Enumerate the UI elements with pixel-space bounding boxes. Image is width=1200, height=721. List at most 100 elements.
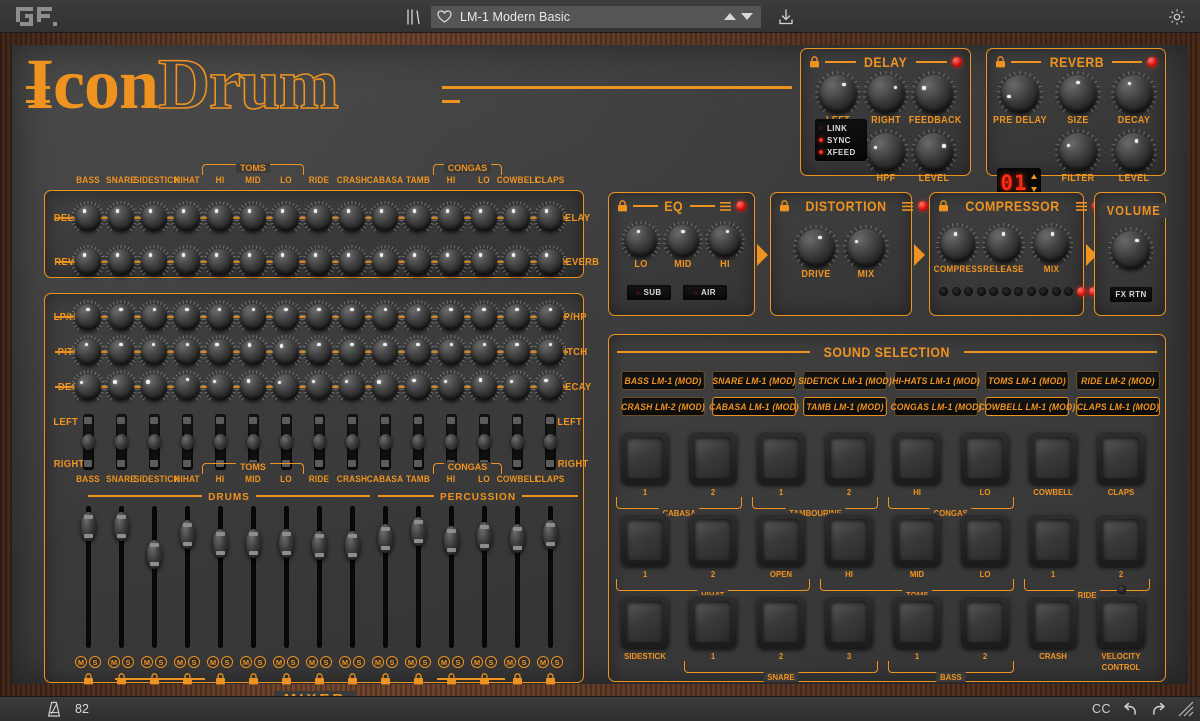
shape-knob-decay-6[interactable] — [273, 374, 299, 400]
pad-r0-c6[interactable] — [1029, 431, 1077, 484]
sends-knob-0-11[interactable] — [438, 205, 464, 231]
lock-icon[interactable] — [347, 673, 358, 685]
mixer-lock-9[interactable] — [380, 672, 391, 690]
shape-knob-pitch-5[interactable] — [240, 339, 266, 365]
pan-switch-8[interactable] — [347, 414, 358, 470]
shape-knob-decay-0[interactable] — [75, 374, 101, 400]
sound-select-button-5[interactable]: RIDE LM-2 (MOD) — [1076, 371, 1160, 390]
eq-power-led[interactable] — [736, 201, 746, 211]
sound-select-button-9[interactable]: CONGAS LM-1 (MOD) — [894, 397, 978, 416]
mixer-solo-button-0[interactable]: S — [89, 656, 101, 668]
delay-power-led[interactable] — [952, 57, 962, 67]
eq-sub-button[interactable]: SUB — [627, 285, 671, 300]
pad-r2-c2[interactable] — [757, 595, 805, 648]
lock-icon[interactable] — [512, 673, 523, 685]
compressor-knob-mix[interactable] — [1034, 227, 1069, 262]
shape-knob-pitch-9[interactable] — [372, 339, 398, 365]
pad-r2-c7[interactable] — [1097, 595, 1145, 648]
shape-knob-decay-5[interactable] — [240, 374, 266, 400]
eq-knob-hi[interactable] — [709, 225, 741, 257]
sends-knob-1-12[interactable] — [471, 249, 497, 275]
mixer-solo-button-1[interactable]: S — [122, 656, 134, 668]
preset-stepper[interactable] — [1030, 172, 1038, 194]
shape-knob-decay-4[interactable] — [207, 374, 233, 400]
shape-knob-decay-1[interactable] — [108, 374, 134, 400]
lock-icon[interactable] — [809, 56, 820, 68]
pan-handle-3[interactable] — [181, 434, 194, 450]
shape-knob-decay-7[interactable] — [306, 374, 332, 400]
pad-r2-c5[interactable] — [961, 595, 1009, 648]
pad-r2-c0[interactable] — [621, 595, 669, 648]
shape-knob-decay-9[interactable] — [372, 374, 398, 400]
shape-knob-decay-13[interactable] — [504, 374, 530, 400]
sends-knob-0-6[interactable] — [273, 205, 299, 231]
shape-knob-lp-hp-13[interactable] — [504, 304, 530, 330]
shape-knob-lp-hp-12[interactable] — [471, 304, 497, 330]
lock-icon[interactable] — [545, 673, 556, 685]
pad-r0-c0[interactable] — [621, 431, 669, 484]
lock-icon[interactable] — [215, 673, 226, 685]
sends-knob-0-12[interactable] — [471, 205, 497, 231]
mixer-mute-button-6[interactable]: M — [273, 656, 285, 668]
pan-handle-14[interactable] — [544, 434, 557, 450]
shape-knob-lp-hp-6[interactable] — [273, 304, 299, 330]
mixer-fader-track-7[interactable] — [317, 506, 322, 648]
mixer-lock-14[interactable] — [545, 672, 556, 690]
mixer-fader-handle-12[interactable] — [477, 522, 492, 551]
heart-icon[interactable] — [437, 10, 452, 23]
pan-handle-2[interactable] — [148, 434, 161, 450]
browse-icon[interactable] — [405, 8, 421, 26]
lock-icon[interactable] — [779, 200, 790, 212]
sends-knob-1-5[interactable] — [240, 249, 266, 275]
mixer-lock-8[interactable] — [347, 672, 358, 690]
mixer-lock-0[interactable] — [83, 672, 94, 690]
sends-knob-1-2[interactable] — [141, 249, 167, 275]
pad-r1-c2[interactable] — [757, 513, 805, 566]
mixer-lock-13[interactable] — [512, 672, 523, 690]
mixer-solo-button-11[interactable]: S — [452, 656, 464, 668]
mixer-mute-button-12[interactable]: M — [471, 656, 483, 668]
mixer-mute-button-8[interactable]: M — [339, 656, 351, 668]
mixer-solo-button-4[interactable]: S — [221, 656, 233, 668]
lock-icon[interactable] — [248, 673, 259, 685]
reverb-knob-pre-delay[interactable] — [1001, 75, 1039, 113]
mixer-fader-handle-6[interactable] — [279, 529, 294, 558]
mixer-lock-3[interactable] — [182, 672, 193, 690]
mixer-mute-button-1[interactable]: M — [108, 656, 120, 668]
mixer-solo-button-5[interactable]: S — [254, 656, 266, 668]
delay-knob-feedback[interactable] — [915, 75, 953, 113]
cc-button[interactable]: CC — [1092, 702, 1111, 716]
pan-handle-0[interactable] — [82, 434, 95, 450]
sends-knob-1-4[interactable] — [207, 249, 233, 275]
pad-r2-c3[interactable] — [825, 595, 873, 648]
pan-handle-10[interactable] — [412, 434, 425, 450]
mixer-fader-handle-9[interactable] — [378, 524, 393, 553]
lock-icon[interactable] — [83, 673, 94, 685]
shape-knob-pitch-12[interactable] — [471, 339, 497, 365]
shape-knob-pitch-8[interactable] — [339, 339, 365, 365]
pan-handle-11[interactable] — [445, 434, 458, 450]
mixer-mute-button-9[interactable]: M — [372, 656, 384, 668]
sound-select-button-4[interactable]: TOMS LM-1 (MOD) — [985, 371, 1069, 390]
shape-knob-lp-hp-5[interactable] — [240, 304, 266, 330]
preset-selector[interactable]: LM-1 Modern Basic — [431, 6, 761, 28]
sends-knob-0-1[interactable] — [108, 205, 134, 231]
preset-prev-button[interactable] — [724, 13, 736, 20]
pan-switch-10[interactable] — [413, 414, 424, 470]
shape-knob-decay-10[interactable] — [405, 374, 431, 400]
shape-knob-pitch-10[interactable] — [405, 339, 431, 365]
shape-knob-decay-14[interactable] — [537, 374, 563, 400]
shape-knob-decay-8[interactable] — [339, 374, 365, 400]
sends-knob-0-5[interactable] — [240, 205, 266, 231]
mixer-solo-button-3[interactable]: S — [188, 656, 200, 668]
mixer-lock-2[interactable] — [149, 672, 160, 690]
sends-knob-1-0[interactable] — [75, 249, 101, 275]
shape-knob-lp-hp-9[interactable] — [372, 304, 398, 330]
resize-grip-icon[interactable] — [1178, 701, 1194, 717]
pad-r0-c3[interactable] — [825, 431, 873, 484]
sends-knob-0-8[interactable] — [339, 205, 365, 231]
redo-icon[interactable] — [1150, 702, 1167, 717]
pan-switch-2[interactable] — [149, 414, 160, 470]
shape-knob-lp-hp-1[interactable] — [108, 304, 134, 330]
pad-r2-c6[interactable] — [1029, 595, 1077, 648]
